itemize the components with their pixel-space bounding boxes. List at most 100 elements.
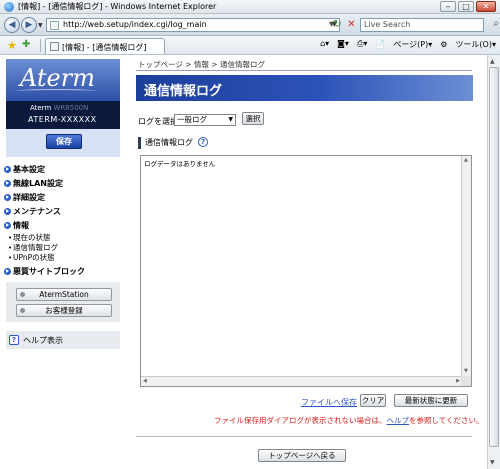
section-help-icon[interactable]: ?	[198, 137, 208, 147]
command-bar: ⌂▾ ◙▾ ⎙▾ 📄 ページ(P)▾ ⚙ ツール(O)▾	[312, 39, 496, 50]
customer-registration-button[interactable]: お客様登録	[16, 304, 112, 317]
help-icon: ?	[9, 335, 19, 345]
log-textarea[interactable]: ログデータはありません ▲ ▼ ◀ ▶	[140, 155, 472, 387]
select-button[interactable]: 選択	[242, 112, 264, 125]
breadcrumb: トップページ > 情報 > 通信情報ログ	[138, 60, 265, 69]
scroll-up-icon[interactable]: ▲	[464, 157, 468, 163]
scroll-down-icon[interactable]: ▼	[464, 368, 468, 374]
main-content: トップページ > 情報 > 通信情報ログ 通信情報ログ ログを選択 一般ログ ▼…	[132, 55, 484, 469]
warning-text-prefix: ファイル保存用ダイアログが表示されない場合は、	[214, 416, 387, 425]
scroll-up-icon[interactable]: ▲	[490, 58, 495, 65]
aterm-station-button[interactable]: AtermStation	[16, 288, 112, 301]
search-icon[interactable]: ⌕	[493, 18, 499, 29]
tools-menu-label: ツール(O)	[455, 40, 492, 49]
help-panel[interactable]: ? ヘルプ表示	[6, 331, 120, 349]
sidebar-menu: 基本設定 無線LAN設定 詳細設定 メンテナンス 情報 現在の状態 通信情報ログ…	[4, 163, 124, 279]
tab-page-icon	[50, 42, 59, 51]
clear-button[interactable]: クリア	[360, 394, 386, 407]
history-dropdown-icon[interactable]: ▼	[38, 22, 43, 29]
bottom-divider	[136, 436, 472, 437]
chevron-down-icon: ▼	[228, 116, 233, 123]
logo-swoosh	[16, 89, 96, 93]
refresh-status-button[interactable]: 最新状態に更新	[394, 394, 468, 407]
sidebar: Aterm Aterm WR8500N ATERM-XXXXXX 保存 基本設定…	[0, 55, 126, 469]
close-button[interactable]: ✕	[476, 1, 496, 12]
window-title: [情報] - [通信情報ログ] - Windows Internet Explo…	[18, 2, 217, 11]
minimize-button[interactable]: ‒	[440, 1, 456, 12]
model-panel: Aterm WR8500N ATERM-XXXXXX	[6, 101, 120, 129]
sidebar-item-advanced[interactable]: 詳細設定	[4, 191, 124, 205]
page-menu[interactable]: 📄 ページ(P)▾	[375, 39, 432, 50]
help-label: ヘルプ表示	[23, 336, 63, 345]
favorites-star-icon[interactable]: ★	[7, 39, 17, 52]
forward-icon[interactable]: ▶	[21, 17, 37, 33]
address-url[interactable]: http://web.setup/index.cgi/log_main	[63, 20, 207, 29]
navigation-bar: ◀ ▶ ▼ http://web.setup/index.cgi/log_mai…	[0, 14, 500, 36]
sidebar-subitem-upnp[interactable]: UPnPの状態	[4, 253, 124, 263]
page-header: 通信情報ログ	[136, 75, 473, 101]
log-type-select[interactable]: 一般ログ ▼	[174, 114, 236, 126]
browser-tab[interactable]: [情報] - [通信情報ログ]	[45, 38, 165, 54]
arrow-bullet-icon	[4, 180, 11, 187]
scroll-down-icon[interactable]: ▼	[490, 459, 495, 466]
sidebar-item-basic[interactable]: 基本設定	[4, 163, 124, 177]
search-input[interactable]: Live Search ⌕	[360, 18, 499, 32]
ie-icon	[4, 2, 14, 12]
arrow-bullet-icon	[4, 194, 11, 201]
window-titlebar: [情報] - [通信情報ログ] - Windows Internet Explo…	[0, 0, 500, 14]
sidebar-button-panel: AtermStation お客様登録	[6, 282, 120, 322]
dot-icon	[20, 308, 25, 313]
print-icon[interactable]: ⎙▾	[357, 39, 367, 50]
aterm-logo-panel: Aterm	[6, 59, 120, 101]
page-icon	[50, 21, 59, 30]
tab-title: [情報] - [通信情報ログ]	[62, 43, 147, 52]
maximize-button[interactable]: □	[458, 1, 474, 12]
tools-menu[interactable]: ⚙ ツール(O)▾	[440, 39, 496, 50]
page-title: 通信情報ログ	[144, 84, 223, 99]
page-scrollbar[interactable]: ▲ ▼	[487, 55, 500, 469]
customer-registration-label: お客様登録	[45, 306, 83, 315]
search-placeholder: Live Search	[364, 20, 411, 29]
sidebar-item-maintenance[interactable]: メンテナンス	[4, 205, 124, 219]
sidebar-subitem-log[interactable]: 通信情報ログ	[4, 243, 124, 253]
back-icon[interactable]: ◀	[4, 17, 20, 33]
save-button[interactable]: 保存	[46, 134, 82, 149]
model-prefix: Aterm	[30, 104, 52, 112]
scroll-right-icon[interactable]: ▶	[456, 378, 460, 384]
sidebar-item-label: 情報	[13, 221, 29, 230]
sidebar-subitem-status[interactable]: 現在の状態	[4, 233, 124, 243]
scrollbar-thumb[interactable]	[489, 67, 499, 447]
window-controls: ‒ □ ✕	[438, 1, 496, 12]
warning-text-suffix: を参照してください。	[409, 416, 484, 425]
section-title: 通信情報ログ	[138, 137, 193, 149]
model-name: ATERM-XXXXXX	[28, 115, 97, 124]
toolbar-divider	[40, 39, 41, 52]
arrow-bullet-icon	[4, 166, 11, 173]
feeds-icon[interactable]: ◙▾	[337, 39, 349, 50]
log-vertical-scrollbar[interactable]: ▲ ▼	[461, 156, 471, 386]
page-menu-label: ページ(P)	[393, 40, 429, 49]
home-icon[interactable]: ⌂▾	[320, 39, 329, 50]
sidebar-item-label: 悪質サイトブロック	[13, 267, 85, 276]
sidebar-item-label: メンテナンス	[13, 207, 61, 216]
save-to-file-link[interactable]: ファイルへ保存	[301, 397, 357, 408]
sidebar-item-info[interactable]: 情報	[4, 219, 124, 233]
log-text: ログデータはありません	[144, 160, 216, 168]
sidebar-item-site-block[interactable]: 悪質サイトブロック	[4, 265, 124, 279]
arrow-bullet-icon	[4, 222, 11, 229]
aterm-logo: Aterm	[20, 64, 95, 92]
scroll-left-icon[interactable]: ◀	[143, 378, 147, 384]
log-horizontal-scrollbar[interactable]: ◀ ▶	[141, 376, 462, 386]
sidebar-item-label: 詳細設定	[13, 193, 45, 202]
add-favorites-icon[interactable]: ✚	[22, 39, 30, 50]
help-link[interactable]: ヘルプ	[387, 416, 410, 425]
breadcrumb-divider	[136, 70, 472, 71]
address-bar[interactable]: http://web.setup/index.cgi/log_main ▼	[46, 18, 340, 32]
stop-icon[interactable]: ✕	[345, 19, 358, 31]
back-to-top-button[interactable]: トップページへ戻る	[258, 449, 346, 462]
log-select-label: ログを選択	[138, 117, 178, 126]
model-line-1: Aterm WR8500N	[30, 104, 88, 112]
sidebar-item-wireless[interactable]: 無線LAN設定	[4, 177, 124, 191]
dot-icon	[20, 292, 25, 297]
refresh-icon[interactable]: ↻	[331, 19, 344, 31]
